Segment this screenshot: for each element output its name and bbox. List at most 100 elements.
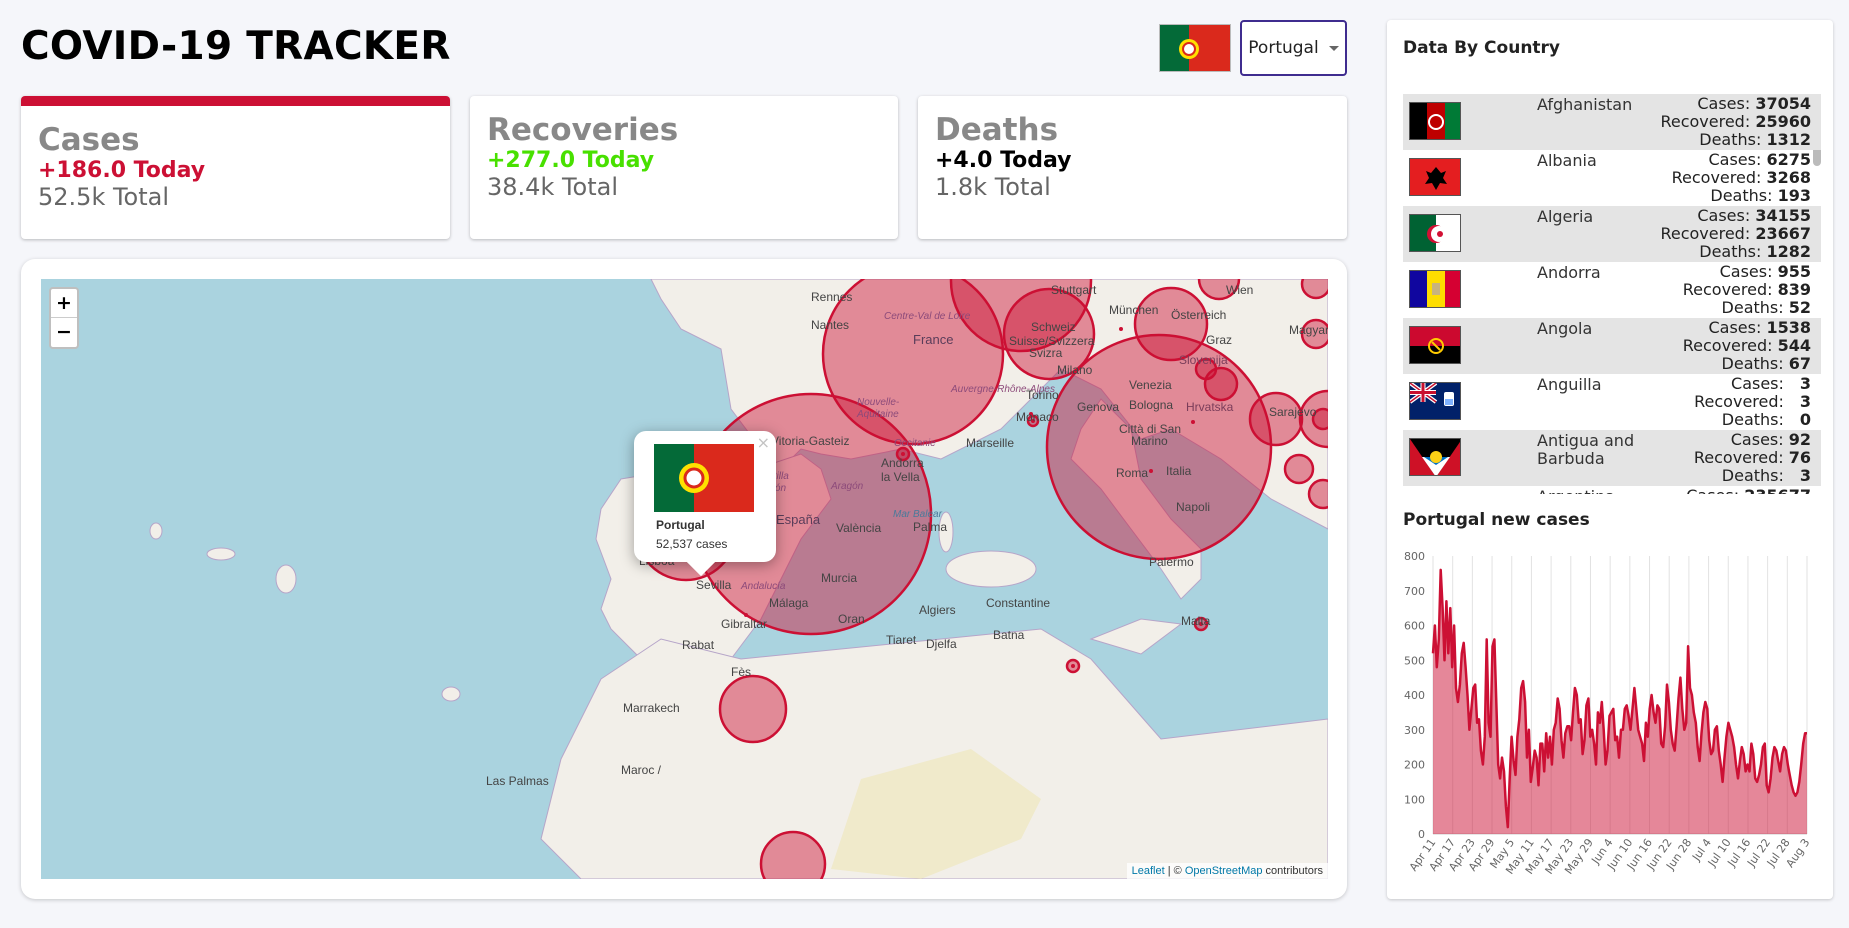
country-stats: Cases: 6275 Recovered: 3268 Deaths: 193	[1672, 151, 1811, 205]
map[interactable]: Rennes Nantes France Centre-Val de Loire…	[41, 279, 1328, 879]
deaths-value: 0	[1799, 410, 1811, 429]
svg-text:Centre-Val de Loire: Centre-Val de Loire	[884, 311, 971, 322]
deaths-label: Deaths:	[1710, 186, 1773, 205]
svg-text:Andalucía: Andalucía	[740, 581, 786, 592]
table-row[interactable]: Afghanistan Cases: 37054 Recovered: 25960 D…	[1403, 94, 1821, 150]
cases-value: 1538	[1766, 318, 1811, 337]
country-dropdown-value: Portugal	[1248, 38, 1319, 58]
attribution-separator: | ©	[1164, 865, 1185, 877]
app-title: COVID-19 TRACKER	[21, 24, 451, 69]
cases-card[interactable]: Cases +186.0 Today 52.5k Total	[21, 96, 450, 239]
svg-text:Occitanie: Occitanie	[894, 438, 936, 449]
table-row[interactable]: Andorra Cases: 955 Recovered: 839 Deaths: 5…	[1403, 262, 1821, 318]
svg-text:Rennes: Rennes	[811, 290, 852, 304]
svg-text:Roma: Roma	[1116, 466, 1148, 480]
table-row[interactable]: Antigua and Barbuda Cases: 92 Recovered: 7…	[1403, 430, 1821, 486]
deaths-label: Deaths:	[1721, 466, 1784, 485]
recovered-label: Recovered:	[1671, 168, 1762, 187]
chart-y-tick-label: 600	[1404, 620, 1425, 633]
cases-label: Cases:	[1686, 486, 1739, 495]
recoveries-today: +277.0 Today	[487, 148, 655, 173]
zoom-in-button[interactable]: +	[51, 289, 77, 318]
recovered-label: Recovered:	[1682, 336, 1773, 355]
cases-label: Cases:	[1708, 318, 1762, 337]
country-name: Albania	[1537, 151, 1597, 170]
svg-text:Genova: Genova	[1077, 400, 1119, 414]
svg-text:Marino: Marino	[1131, 434, 1168, 448]
deaths-value: 193	[1777, 186, 1811, 205]
country-stats: Cases: 92 Recovered: 76 Deaths: 3	[1694, 431, 1811, 485]
recovered-value: 76	[1788, 448, 1811, 467]
deaths-card[interactable]: Deaths +4.0 Today 1.8k Total	[918, 96, 1347, 239]
table-row[interactable]: Angola Cases: 1538 Recovered: 544 Deaths: 6…	[1403, 318, 1821, 374]
svg-text:München: München	[1109, 303, 1158, 317]
recoveries-total: 38.4k Total	[487, 173, 619, 201]
leaflet-link[interactable]: Leaflet	[1132, 865, 1165, 877]
svg-text:Österreich: Österreich	[1171, 308, 1226, 322]
sidebar-panel: Data By Country Afghanistan Cases: 37054 R…	[1387, 20, 1833, 899]
table-row[interactable]: Anguilla Cases: 3 Recovered: 3 Deaths: 0	[1403, 374, 1821, 430]
svg-text:Murcia: Murcia	[821, 571, 857, 585]
svg-text:Maroc /: Maroc /	[621, 763, 662, 777]
country-dropdown[interactable]: Portugal	[1240, 20, 1347, 76]
deaths-title: Deaths	[935, 112, 1059, 148]
attribution-suffix: contributors	[1262, 865, 1323, 877]
deaths-total: 1.8k Total	[935, 173, 1051, 201]
svg-text:Torino: Torino	[1026, 388, 1059, 402]
svg-text:España: España	[776, 512, 821, 527]
deaths-label: Deaths:	[1721, 354, 1784, 373]
cases-value: 34155	[1755, 206, 1811, 225]
cases-label: Cases:	[1731, 374, 1784, 393]
country-flag-icon	[1409, 214, 1461, 252]
deaths-label: Deaths:	[1721, 298, 1784, 317]
country-stats: Cases: 34155 Recovered: 23667 Deaths: 1282	[1660, 207, 1811, 261]
country-flag-icon	[1409, 270, 1461, 308]
recovered-value: 25960	[1755, 112, 1811, 131]
deaths-value: 1312	[1766, 130, 1811, 149]
recovered-label: Recovered:	[1682, 280, 1773, 299]
recoveries-card[interactable]: Recoveries +277.0 Today 38.4k Total	[470, 96, 898, 239]
zoom-out-button[interactable]: −	[51, 318, 77, 347]
country-table[interactable]: Afghanistan Cases: 37054 Recovered: 25960 D…	[1403, 94, 1821, 494]
svg-text:Batna: Batna	[993, 628, 1025, 642]
country-name: Antigua and Barbuda	[1537, 431, 1635, 468]
svg-text:Nantes: Nantes	[811, 318, 849, 332]
recovered-value: 3	[1799, 392, 1811, 411]
map-canvas[interactable]: Rennes Nantes France Centre-Val de Loire…	[41, 279, 1328, 879]
osm-link[interactable]: OpenStreetMap	[1185, 865, 1263, 877]
svg-text:Palermo: Palermo	[1149, 555, 1194, 569]
svg-text:Tiaret: Tiaret	[886, 633, 917, 647]
chart-y-tick-label: 0	[1418, 828, 1425, 841]
chart-y-tick-label: 400	[1404, 689, 1425, 702]
svg-text:Mar Balear: Mar Balear	[893, 509, 943, 520]
svg-text:Sarajevo: Sarajevo	[1269, 405, 1317, 419]
table-row[interactable]: Albania Cases: 6275 Recovered: 3268 Deaths:…	[1403, 150, 1821, 206]
chart-y-tick-label: 700	[1404, 585, 1425, 598]
svg-text:Monaco: Monaco	[1016, 410, 1059, 424]
portugal-flag-icon	[1159, 24, 1231, 72]
zoom-control: + −	[49, 287, 79, 349]
cases-label: Cases:	[1708, 150, 1762, 169]
deaths-today: +4.0 Today	[935, 148, 1072, 173]
table-row[interactable]: Argentina Cases: 235677Recovered: Deaths:	[1403, 486, 1821, 495]
svg-text:Algiers: Algiers	[919, 603, 956, 617]
country-name: Afghanistan	[1537, 95, 1633, 114]
recovered-label: Recovered:	[1694, 392, 1784, 411]
svg-text:Napoli: Napoli	[1176, 500, 1210, 514]
popup-case-count: 52,537 cases	[656, 537, 728, 551]
svg-text:Slovenija: Slovenija	[1179, 353, 1228, 367]
cases-value: 6275	[1766, 150, 1811, 169]
country-name: Anguilla	[1537, 375, 1602, 394]
country-stats: Cases: 1538 Recovered: 544 Deaths: 67	[1683, 319, 1811, 373]
popup-close-button[interactable]: ×	[757, 433, 770, 452]
cases-value: 3	[1799, 374, 1811, 393]
svg-text:Italia: Italia	[1166, 464, 1192, 478]
svg-text:Aquitaine: Aquitaine	[856, 409, 899, 420]
table-row[interactable]: Algeria Cases: 34155 Recovered: 23667 Death…	[1403, 206, 1821, 262]
cases-value: 37054	[1755, 94, 1811, 113]
cases-today: +186.0 Today	[38, 158, 206, 183]
svg-text:Schweiz: Schweiz	[1031, 320, 1076, 334]
map-attribution: Leaflet | © OpenStreetMap contributors	[1126, 863, 1328, 879]
svg-text:València: València	[836, 521, 881, 535]
recovered-value: 839	[1777, 280, 1811, 299]
